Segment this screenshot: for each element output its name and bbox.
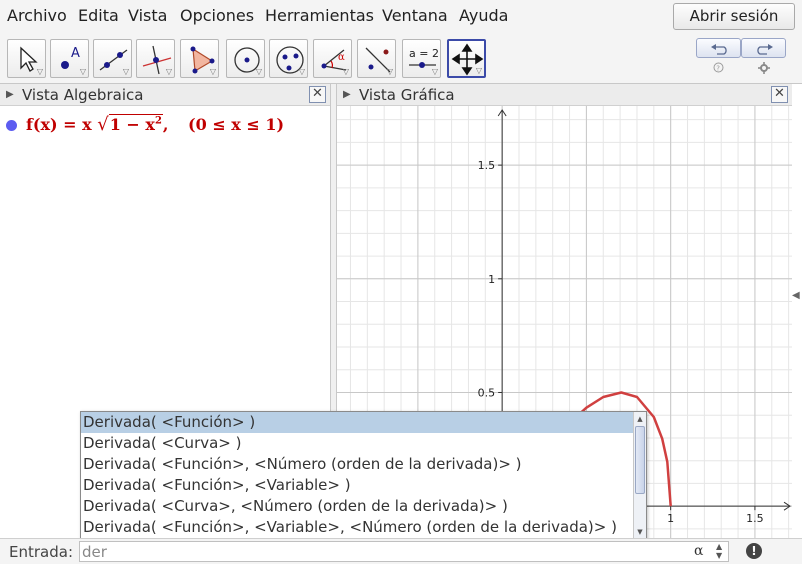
menu-archivo[interactable]: Archivo — [7, 6, 67, 25]
graphics-view-title: Vista Gráfica — [359, 86, 455, 104]
algebra-view-header: ▶ Vista Algebraica ✕ — [0, 84, 330, 106]
algebra-view-title: Vista Algebraica — [22, 86, 144, 104]
close-icon[interactable]: ✕ — [771, 86, 788, 103]
input-label: Entrada: — [9, 543, 73, 561]
toolbar: ▽ A ▽ ▽ ▽ ▽ ▽ ▽ α ▽ ▽ a = 2 ▽ ▽ — [0, 34, 802, 84]
alpha-symbols-button[interactable]: α — [694, 543, 703, 559]
autocomplete-item[interactable]: Derivada( <Función>, <Variable> ) — [81, 475, 634, 496]
x-tick-label: 1.5 — [746, 512, 764, 525]
svg-text:a = 2: a = 2 — [409, 47, 439, 60]
svg-text:α: α — [338, 52, 345, 63]
help-icon[interactable]: ? — [713, 62, 724, 76]
function-definition[interactable]: f(x) = x √1 − x2, (0 ≤ x ≤ 1) — [26, 114, 284, 135]
menu-edita[interactable]: Edita — [78, 6, 119, 25]
collapse-triangle-icon[interactable]: ▶ — [6, 89, 14, 100]
move-graphics-view-tool[interactable]: ▽ — [447, 39, 486, 78]
y-tick-label: 1 — [488, 273, 495, 286]
close-icon[interactable]: ✕ — [309, 86, 326, 103]
angle-tool[interactable]: α ▽ — [313, 39, 352, 78]
redo-button[interactable] — [741, 38, 786, 58]
point-tool[interactable]: A ▽ — [50, 39, 89, 78]
autocomplete-item[interactable]: Derivada( <Función>, <Número (orden de l… — [81, 454, 634, 475]
svg-text:A: A — [71, 46, 80, 61]
svg-text:?: ? — [716, 64, 720, 72]
y-tick-label: 1.5 — [478, 159, 496, 172]
y-tick-label: 0.5 — [478, 386, 496, 399]
menu-herramientas[interactable]: Herramientas — [265, 6, 374, 25]
undo-button[interactable] — [696, 38, 741, 58]
scroll-up-icon[interactable]: ▲ — [635, 413, 645, 425]
move-tool[interactable]: ▽ — [7, 39, 46, 78]
gear-icon[interactable] — [758, 62, 770, 77]
autocomplete-scrollbar[interactable]: ▲ ▼ — [633, 412, 646, 539]
reflect-tool[interactable]: ▽ — [357, 39, 396, 78]
menu-opciones[interactable]: Opciones — [180, 6, 254, 25]
autocomplete-popup: Derivada( <Función> ) Derivada( <Curva> … — [80, 411, 647, 540]
line-tool[interactable]: ▽ — [93, 39, 132, 78]
scroll-down-icon[interactable]: ▼ — [635, 526, 645, 538]
input-bar: Entrada: α ▲▼ ! — [0, 538, 802, 564]
graphics-view-header: ▶ Vista Gráfica ✕ — [337, 84, 792, 106]
sqrt-icon: √ — [97, 114, 109, 135]
autocomplete-item[interactable]: Derivada( <Curva>, <Número (orden de la … — [81, 496, 634, 517]
autocomplete-item[interactable]: Derivada( <Función>, <Variable>, <Número… — [81, 517, 634, 538]
perpendicular-line-tool[interactable]: ▽ — [136, 39, 175, 78]
side-panel-toggle-icon[interactable]: ◀ — [792, 290, 800, 301]
circle-tool[interactable]: ▽ — [226, 39, 265, 78]
undo-icon — [711, 44, 727, 55]
spinner-arrows-icon[interactable]: ▲ ▼ — [716, 542, 722, 560]
login-button[interactable]: Abrir sesión — [673, 3, 795, 30]
menu-bar: Archivo Edita Vista Opciones Herramienta… — [0, 0, 802, 34]
polygon-tool[interactable]: ▽ — [180, 39, 219, 78]
scroll-thumb[interactable] — [635, 426, 645, 494]
input-help-icon[interactable]: ! — [746, 543, 762, 559]
menu-ventana[interactable]: Ventana — [382, 6, 448, 25]
autocomplete-item[interactable]: Derivada( <Curva> ) — [81, 433, 634, 454]
object-visibility-dot[interactable] — [6, 120, 17, 131]
menu-vista[interactable]: Vista — [128, 6, 167, 25]
conic-tool[interactable]: ▽ — [269, 39, 308, 78]
slider-tool[interactable]: a = 2 ▽ — [402, 39, 441, 78]
autocomplete-item[interactable]: Derivada( <Función> ) — [81, 412, 634, 433]
collapse-triangle-icon[interactable]: ▶ — [343, 89, 351, 100]
input-field[interactable] — [79, 541, 729, 562]
redo-icon — [757, 44, 773, 55]
x-tick-label: 1 — [667, 512, 674, 525]
menu-ayuda[interactable]: Ayuda — [459, 6, 508, 25]
